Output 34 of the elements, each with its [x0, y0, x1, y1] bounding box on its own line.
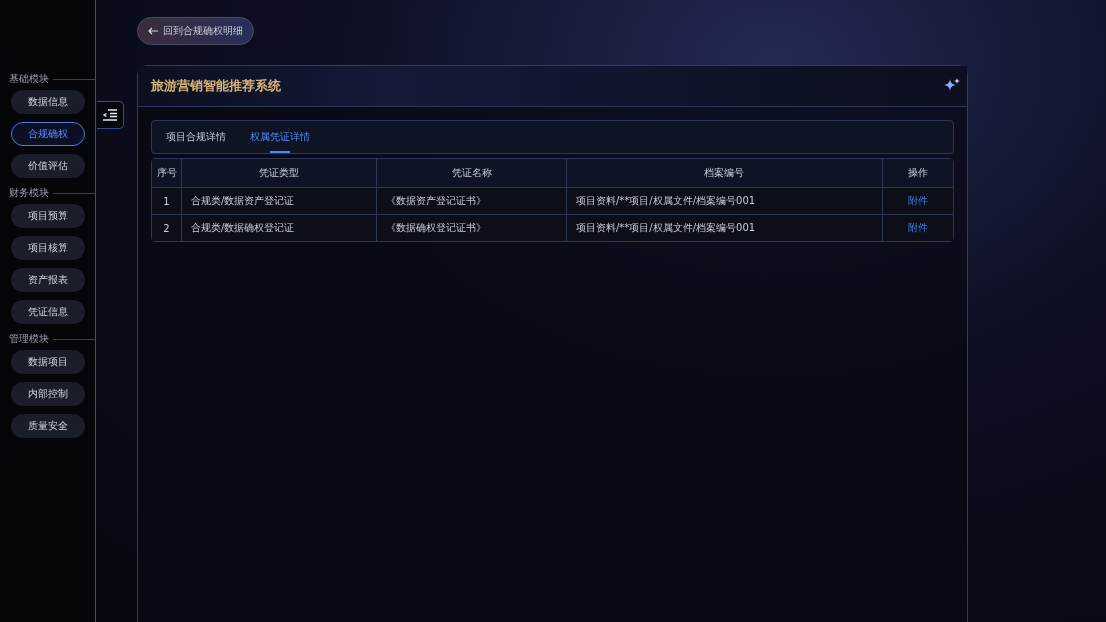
sidebar-item[interactable]: 内部控制: [11, 382, 85, 406]
column-header: 操作: [883, 159, 953, 188]
menu-collapse-icon: [103, 109, 117, 121]
back-button[interactable]: 回到合规确权明细: [137, 17, 254, 45]
tab[interactable]: 项目合规详情: [166, 121, 226, 153]
column-header: 凭证类型: [182, 159, 378, 188]
table-cell: 合规类/数据资产登记证: [182, 188, 378, 215]
sidebar-item[interactable]: 项目核算: [11, 236, 85, 260]
sidebar-item[interactable]: 数据信息: [11, 90, 85, 114]
sidebar-item[interactable]: 凭证信息: [11, 300, 85, 324]
arrow-left-icon: [148, 27, 158, 35]
sidebar-item[interactable]: 合规确权: [11, 122, 85, 146]
tab[interactable]: 权属凭证详情: [250, 121, 310, 153]
column-header: 序号: [152, 159, 182, 188]
attachment-link[interactable]: 附件: [908, 195, 928, 206]
panel-title: 旅游营销智能推荐系统: [151, 77, 281, 95]
sidebar-group-title: 基础模块: [9, 72, 49, 86]
sidebar-group-title: 管理模块: [9, 332, 49, 346]
table-cell: 合规类/数据确权登记证: [182, 215, 378, 241]
sidebar-item[interactable]: 价值评估: [11, 154, 85, 178]
sidebar-item[interactable]: 资产报表: [11, 268, 85, 292]
table-cell: 1: [152, 188, 182, 215]
table-cell: 2: [152, 215, 182, 241]
attachment-link[interactable]: 附件: [908, 222, 928, 233]
menu-toggle-button[interactable]: [97, 101, 124, 129]
column-header: 凭证名称: [377, 159, 567, 188]
table-cell: 《数据资产登记证书》: [377, 188, 567, 215]
sidebar-item[interactable]: 项目预算: [11, 204, 85, 228]
table-cell: 项目资料/**项目/权属文件/档案编号001: [566, 188, 883, 215]
sidebar-item[interactable]: 数据项目: [11, 350, 85, 374]
table-cell: 《数据确权登记证书》: [377, 215, 567, 241]
column-header: 档案编号: [566, 159, 883, 188]
sidebar-group-title: 财务模块: [9, 186, 49, 200]
sidebar-item[interactable]: 质量安全: [11, 414, 85, 438]
